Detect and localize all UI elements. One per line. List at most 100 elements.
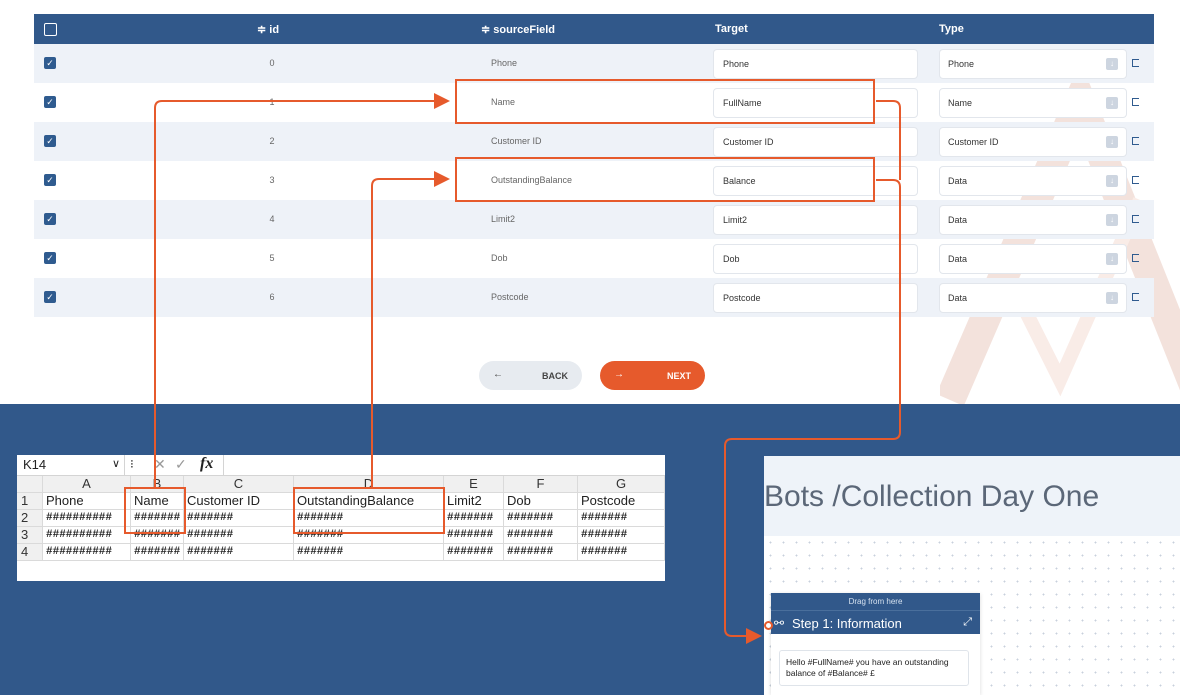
column-header-f[interactable]: F	[504, 476, 578, 493]
more-icon[interactable]: ⁝	[130, 457, 134, 471]
cell-g1[interactable]: Postcode	[578, 493, 665, 510]
target-input[interactable]: Limit2	[713, 205, 918, 235]
cell-c3[interactable]: #######	[184, 527, 294, 544]
cell-d1[interactable]: OutstandingBalance	[294, 493, 444, 510]
chevron-down-icon[interactable]: ↓	[1106, 292, 1118, 304]
cell-c4[interactable]: #######	[184, 544, 294, 561]
step-card[interactable]: Drag from here ⚯ Step 1: Information ⤢ H…	[771, 593, 980, 695]
row-checkbox[interactable]: ✓	[44, 174, 56, 186]
copy-icon[interactable]	[1132, 176, 1139, 184]
cell-a1[interactable]: Phone	[43, 493, 131, 510]
column-header-source-field[interactable]: ≑ sourceField	[481, 23, 555, 36]
target-input[interactable]: Balance	[713, 166, 918, 196]
row-number[interactable]: 4	[17, 544, 43, 561]
column-header-b[interactable]: B	[131, 476, 184, 493]
cell-a4[interactable]: ##########	[43, 544, 131, 561]
cell-d4[interactable]: #######	[294, 544, 444, 561]
cell-e2[interactable]: #######	[444, 510, 504, 527]
spreadsheet-snippet: K14 ∨ ⁝ ✕ ✓ fx A B C D E F G 1 Phone Name…	[17, 455, 665, 581]
row-number[interactable]: 3	[17, 527, 43, 544]
column-header-d[interactable]: D	[294, 476, 444, 493]
type-select[interactable]: Data ↓	[939, 283, 1127, 313]
type-select-value: Name	[948, 98, 973, 108]
copy-icon[interactable]	[1132, 254, 1139, 262]
type-select-value: Data	[948, 215, 968, 225]
corner-cell[interactable]	[17, 476, 43, 493]
next-button-label: NEXT	[666, 371, 691, 381]
row-checkbox[interactable]: ✓	[44, 135, 56, 147]
drag-handle[interactable]: Drag from here	[771, 593, 980, 610]
target-input[interactable]: Customer ID	[713, 127, 918, 157]
cell-e4[interactable]: #######	[444, 544, 504, 561]
arrow-left-icon: ←	[493, 369, 503, 380]
row-id: 3	[269, 175, 275, 185]
formula-input[interactable]	[223, 455, 665, 476]
copy-icon[interactable]	[1132, 59, 1139, 67]
row-checkbox[interactable]: ✓	[44, 291, 56, 303]
copy-icon[interactable]	[1132, 137, 1139, 145]
cell-f4[interactable]: #######	[504, 544, 578, 561]
table-row: ✓ 5 Dob Dob Data ↓	[34, 239, 1154, 278]
row-number[interactable]: 1	[17, 493, 43, 510]
copy-icon[interactable]	[1132, 98, 1139, 106]
cell-f2[interactable]: #######	[504, 510, 578, 527]
row-checkbox[interactable]: ✓	[44, 96, 56, 108]
cell-d2[interactable]: #######	[294, 510, 444, 527]
name-box[interactable]: K14 ∨	[17, 455, 125, 476]
copy-icon[interactable]	[1132, 215, 1139, 223]
row-number[interactable]: 2	[17, 510, 43, 527]
cell-d3[interactable]: #######	[294, 527, 444, 544]
row-checkbox[interactable]: ✓	[44, 252, 56, 264]
chevron-down-icon[interactable]: ↓	[1106, 58, 1118, 70]
row-checkbox[interactable]: ✓	[44, 213, 56, 225]
function-icon[interactable]: fx	[200, 455, 213, 473]
select-all-checkbox[interactable]	[44, 23, 57, 36]
row-checkbox[interactable]: ✓	[44, 57, 56, 69]
cell-e3[interactable]: #######	[444, 527, 504, 544]
cell-g3[interactable]: #######	[578, 527, 665, 544]
cell-f1[interactable]: Dob	[504, 493, 578, 510]
cell-b3[interactable]: #######	[131, 527, 184, 544]
column-header-a[interactable]: A	[43, 476, 131, 493]
cell-g4[interactable]: #######	[578, 544, 665, 561]
cell-b1[interactable]: Name	[131, 493, 184, 510]
cell-a2[interactable]: ##########	[43, 510, 131, 527]
cell-b4[interactable]: #######	[131, 544, 184, 561]
target-input[interactable]: Phone	[713, 49, 918, 79]
cell-c1[interactable]: Customer ID	[184, 493, 294, 510]
type-select[interactable]: Phone ↓	[939, 49, 1127, 79]
cell-b2[interactable]: #######	[131, 510, 184, 527]
type-select[interactable]: Data ↓	[939, 205, 1127, 235]
chevron-down-icon[interactable]: ↓	[1106, 97, 1118, 109]
back-button[interactable]: ← BACK	[479, 361, 582, 390]
type-select[interactable]: Data ↓	[939, 166, 1127, 196]
cell-g2[interactable]: #######	[578, 510, 665, 527]
connector-dot[interactable]	[764, 621, 773, 630]
type-select[interactable]: Customer ID ↓	[939, 127, 1127, 157]
type-select[interactable]: Name ↓	[939, 88, 1127, 118]
type-select-value: Customer ID	[948, 137, 999, 147]
copy-icon[interactable]	[1132, 293, 1139, 301]
chevron-down-icon[interactable]: ↓	[1106, 214, 1118, 226]
cancel-icon[interactable]: ✕	[154, 456, 166, 473]
next-button[interactable]: → NEXT	[600, 361, 705, 390]
target-input[interactable]: Dob	[713, 244, 918, 274]
chevron-down-icon[interactable]: ↓	[1106, 136, 1118, 148]
chevron-down-icon[interactable]: ↓	[1106, 175, 1118, 187]
expand-icon[interactable]: ⤢	[963, 616, 972, 629]
cell-f3[interactable]: #######	[504, 527, 578, 544]
step-message[interactable]: Hello #FullName# you have an outstanding…	[779, 650, 969, 686]
column-header-g[interactable]: G	[578, 476, 665, 493]
column-header-id[interactable]: ≑ id	[257, 23, 279, 36]
chevron-down-icon[interactable]: ↓	[1106, 253, 1118, 265]
target-input[interactable]: FullName	[713, 88, 918, 118]
chevron-down-icon[interactable]: ∨	[112, 457, 120, 470]
column-header-e[interactable]: E	[444, 476, 504, 493]
type-select[interactable]: Data ↓	[939, 244, 1127, 274]
target-input[interactable]: Postcode	[713, 283, 918, 313]
column-header-c[interactable]: C	[184, 476, 294, 493]
cell-e1[interactable]: Limit2	[444, 493, 504, 510]
cell-a3[interactable]: ##########	[43, 527, 131, 544]
cell-c2[interactable]: #######	[184, 510, 294, 527]
enter-icon[interactable]: ✓	[175, 456, 187, 473]
